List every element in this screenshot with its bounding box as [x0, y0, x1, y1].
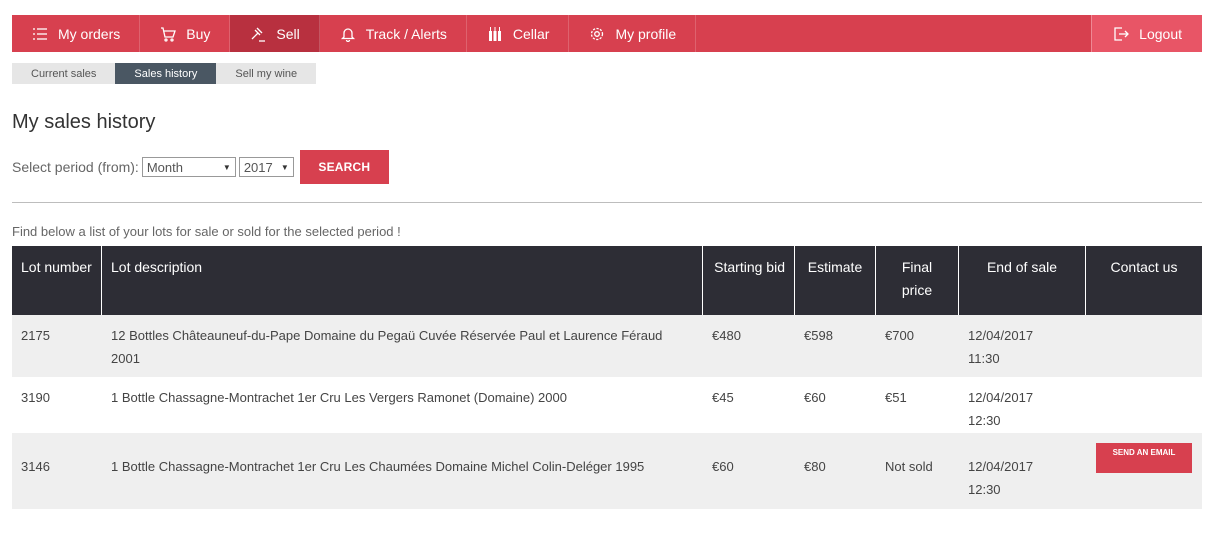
cell-end-of-sale: 12/04/2017 12:30 — [959, 377, 1086, 433]
cell-lot-number: 2175 — [21, 328, 50, 343]
cell-lot-number: 3146 — [21, 459, 50, 474]
end-date: 12/04/2017 — [968, 390, 1034, 405]
cell-contact-us — [1086, 315, 1202, 377]
period-filter: Select period (from): Month ▼ 2017 ▼ SEA… — [12, 150, 389, 184]
cell-final-price: €700 — [885, 328, 914, 343]
chevron-down-icon: ▼ — [222, 162, 231, 172]
header-lot-description: Lot description — [102, 246, 703, 315]
table-header: Lot number Lot description Starting bid … — [12, 246, 1202, 315]
cell-contact-us — [1086, 377, 1202, 433]
end-time: 11:30 — [968, 351, 1000, 366]
tab-sell-my-wine[interactable]: Sell my wine — [216, 63, 317, 84]
nav-track-alerts-label: Track / Alerts — [365, 25, 447, 42]
nav-cellar[interactable]: Cellar — [467, 15, 570, 52]
header-starting-bid: Starting bid — [703, 246, 795, 315]
month-select[interactable]: Month ▼ — [141, 157, 236, 177]
nav-my-orders-label: My orders — [58, 25, 121, 42]
cell-final-price: €51 — [885, 390, 907, 405]
cart-icon — [159, 25, 177, 43]
list-icon — [31, 25, 49, 43]
table-row: 2175 12 Bottles Châteauneuf-du-Pape Doma… — [12, 315, 1202, 377]
nav-my-profile-label: My profile — [615, 25, 677, 42]
cell-starting-bid: €45 — [712, 390, 734, 405]
bell-icon — [339, 25, 357, 43]
table-row: 3146 1 Bottle Chassagne-Montrachet 1er C… — [12, 433, 1202, 509]
year-select-value: 2017 — [243, 159, 273, 175]
sales-history-table: Lot number Lot description Starting bid … — [12, 246, 1202, 509]
header-contact-us: Contact us — [1110, 259, 1178, 275]
header-final-price: Final price — [876, 246, 959, 315]
cell-estimate: €598 — [804, 328, 833, 343]
cell-final-price: Not sold — [885, 459, 933, 474]
logout-button[interactable]: Logout — [1091, 15, 1202, 52]
tab-current-sales[interactable]: Current sales — [12, 63, 116, 84]
gear-icon — [588, 25, 606, 43]
top-nav: My orders Buy Sell Track / Alerts Cellar… — [12, 15, 1202, 52]
end-date: 12/04/2017 — [968, 328, 1034, 343]
chevron-down-icon: ▼ — [280, 162, 289, 172]
nav-buy[interactable]: Buy — [140, 15, 231, 52]
cell-starting-bid: €60 — [712, 459, 734, 474]
logout-icon — [1112, 25, 1130, 43]
end-time: 12:30 — [968, 482, 1001, 497]
search-button[interactable]: SEARCH — [299, 150, 389, 184]
cell-contact-us: SEND AN EMAIL — [1086, 433, 1202, 509]
cell-lot-description: 1 Bottle Chassagne-Montrachet 1er Cru Le… — [111, 459, 645, 474]
period-label: Select period (from): — [12, 159, 139, 175]
header-lot-number: Lot number — [12, 246, 102, 315]
send-email-button[interactable]: SEND AN EMAIL — [1096, 443, 1192, 473]
cell-lot-description: 12 Bottles Châteauneuf-du-Pape Domaine d… — [111, 328, 663, 366]
end-date: 12/04/2017 — [968, 459, 1034, 474]
cell-lot-description: 1 Bottle Chassagne-Montrachet 1er Cru Le… — [111, 390, 567, 405]
sub-tabs: Current sales Sales history Sell my wine — [12, 63, 317, 84]
nav-my-orders[interactable]: My orders — [12, 15, 141, 52]
nav-sell-label: Sell — [276, 25, 300, 42]
end-time: 12:30 — [968, 413, 1001, 428]
year-select[interactable]: 2017 ▼ — [238, 157, 294, 177]
nav-my-profile[interactable]: My profile — [569, 15, 697, 52]
tab-sales-history[interactable]: Sales history — [115, 63, 217, 84]
nav-sell[interactable]: Sell — [230, 15, 320, 52]
header-end-of-sale: End of sale — [959, 246, 1086, 315]
page-title: My sales history — [12, 111, 156, 133]
cell-end-of-sale: 12/04/2017 11:30 — [959, 315, 1086, 377]
logout-label: Logout — [1139, 25, 1182, 42]
table-row: 3190 1 Bottle Chassagne-Montrachet 1er C… — [12, 377, 1202, 433]
nav-buy-label: Buy — [186, 25, 211, 42]
cell-estimate: €60 — [804, 390, 826, 405]
month-select-value: Month — [146, 159, 183, 175]
cell-lot-number: 3190 — [21, 390, 50, 405]
nav-cellar-label: Cellar — [512, 25, 550, 42]
bottles-icon — [486, 25, 504, 43]
intro-text: Find below a list of your lots for sale … — [12, 224, 401, 239]
divider — [12, 202, 1202, 203]
cell-estimate: €80 — [804, 459, 826, 474]
cell-starting-bid: €480 — [712, 328, 741, 343]
header-estimate: Estimate — [795, 246, 876, 315]
hammer-icon — [249, 25, 267, 43]
nav-track-alerts[interactable]: Track / Alerts — [320, 15, 467, 52]
cell-end-of-sale: 12/04/2017 12:30 — [959, 433, 1086, 509]
